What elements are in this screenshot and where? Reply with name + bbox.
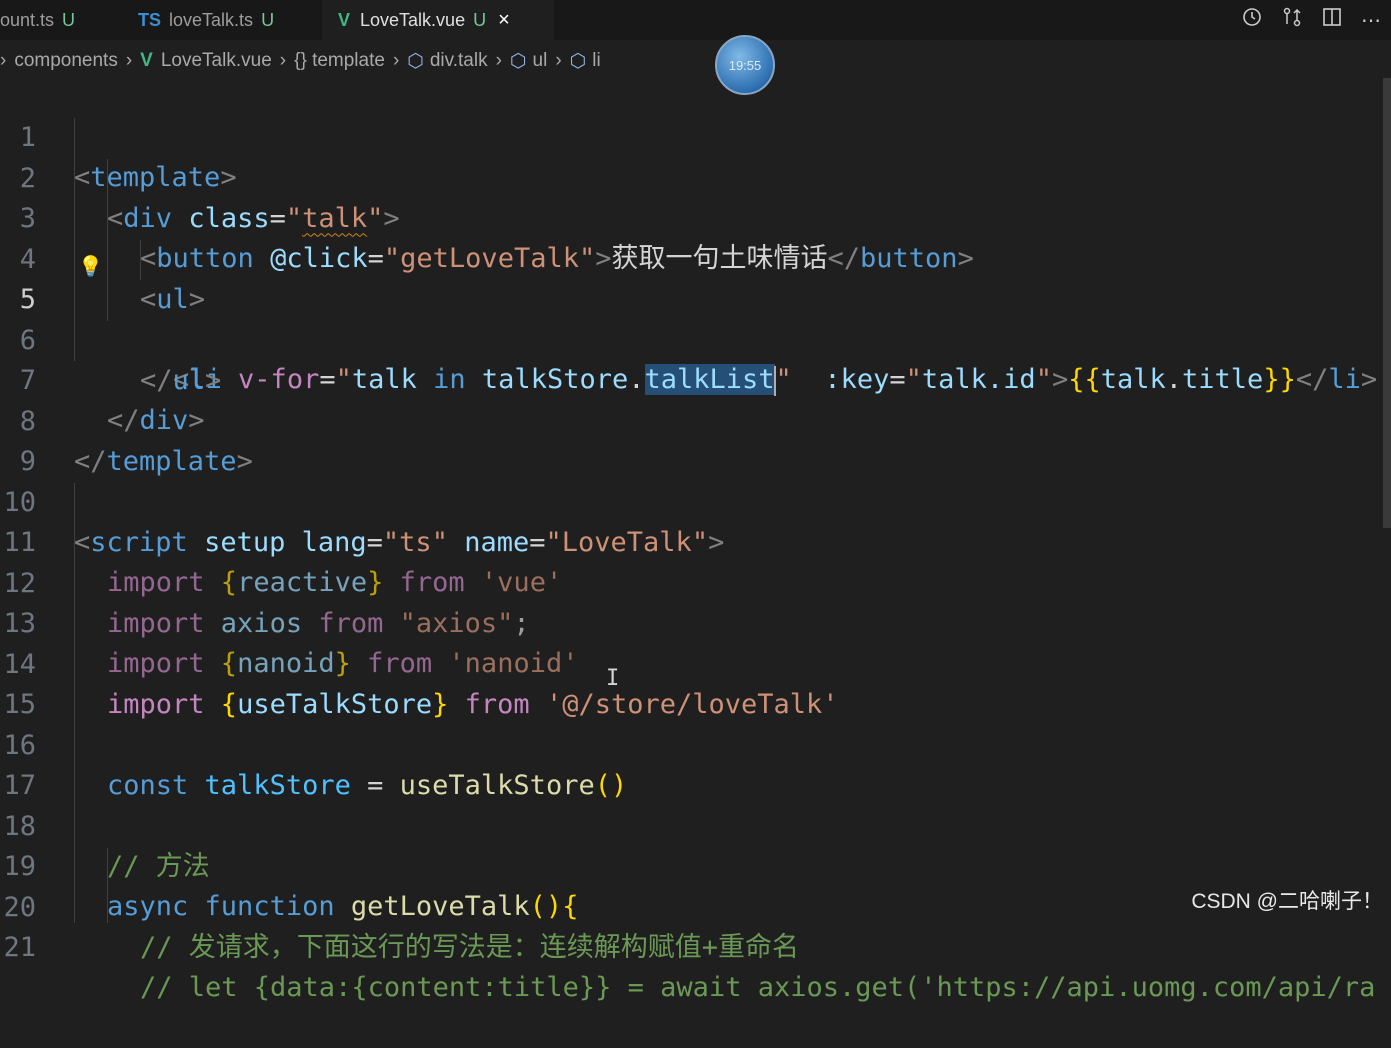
code-line: 5 💡 <li v-for="talk in talkStore.talkLis… — [0, 240, 1391, 280]
breadcrumb-item-li[interactable]: li — [592, 50, 600, 72]
code-line: 2 <div class="talk"> — [0, 119, 1391, 159]
more-actions-icon[interactable]: ⋯ — [1361, 8, 1381, 33]
chevron-right-icon: › — [126, 50, 132, 72]
editor-actions: ⋯ — [1241, 0, 1381, 40]
breadcrumb-item-ul[interactable]: ul — [533, 50, 548, 72]
cube-icon: ⬡ — [510, 50, 527, 73]
code-line: 9 — [0, 402, 1391, 442]
line-number: 21 — [0, 928, 36, 968]
breadcrumb-item-file[interactable]: LoveTalk.vue — [161, 50, 272, 72]
code-line: 12 import axios from "axios"; — [0, 524, 1391, 564]
breadcrumb-item-template[interactable]: {} template — [294, 50, 385, 72]
tab-count-ts[interactable]: ount.ts U — [0, 0, 120, 40]
tab-bar: ount.ts U TS loveTalk.ts U V LoveTalk.vu… — [0, 0, 1391, 40]
text-cursor-icon: I — [606, 666, 619, 691]
split-editor-icon[interactable] — [1321, 6, 1343, 34]
tab-label: LoveTalk.vue — [360, 10, 465, 31]
code-line: 17 — [0, 726, 1391, 766]
tab-lovetalk-ts[interactable]: TS loveTalk.ts U — [138, 0, 318, 40]
code-line: 15 — [0, 645, 1391, 685]
watermark: CSDN @二哈喇子！ — [1191, 885, 1383, 915]
tab-lovetalk-vue[interactable]: V LoveTalk.vue U × — [322, 0, 554, 40]
code-line: 21 // let {data:{content:title}} = await… — [0, 888, 1391, 928]
compare-changes-icon[interactable] — [1281, 6, 1303, 34]
chevron-right-icon: › — [393, 50, 399, 72]
code-line: 8 </template> — [0, 362, 1391, 402]
tab-status: U — [473, 10, 486, 31]
chevron-right-icon: › — [280, 50, 286, 72]
code-line: 4 <ul> — [0, 200, 1391, 240]
code-line: 16 const talkStore = useTalkStore() — [0, 686, 1391, 726]
code-line: 20 // 发请求，下面这行的写法是：连续解构赋值+重命名 — [0, 848, 1391, 888]
code-line: 13 import {nanoid} from 'nanoid' — [0, 564, 1391, 604]
tab-status: U — [261, 10, 274, 31]
tab-label: ount.ts — [0, 10, 54, 31]
breadcrumb-item-components[interactable]: components — [14, 50, 118, 72]
line-content: // 发请求，下面这行的写法是：连续解构赋值+重命名 — [140, 928, 799, 968]
code-line: 11 import {reactive} from 'vue' — [0, 483, 1391, 523]
code-line: 10 <script setup lang="ts" name="LoveTal… — [0, 443, 1391, 483]
timeline-icon[interactable] — [1241, 6, 1263, 34]
breadcrumb-item-div[interactable]: div.talk — [430, 50, 488, 72]
code-line: 18 // 方法 — [0, 767, 1391, 807]
code-line: 1 <template> — [0, 78, 1391, 118]
code-line: 3 <button @click="getLoveTalk">获取一句土味情话<… — [0, 159, 1391, 199]
tab-status: U — [62, 10, 75, 31]
cube-icon: ⬡ — [570, 50, 587, 73]
code-line: 6 </ul> — [0, 281, 1391, 321]
code-line: 19 async function getLoveTalk(){ — [0, 807, 1391, 847]
typescript-icon: TS — [138, 10, 161, 31]
tab-label: loveTalk.ts — [169, 10, 253, 31]
cube-icon: ⬡ — [407, 50, 424, 73]
chevron-right-icon: › — [496, 50, 502, 72]
code-line: 14 import {useTalkStore} from '@/store/l… — [0, 605, 1391, 645]
code-line: 7 </div> — [0, 321, 1391, 361]
breadcrumb: › components › V LoveTalk.vue › {} templ… — [0, 44, 601, 78]
chevron-right-icon: › — [555, 50, 561, 72]
line-content: // let {data:{content:title}} = await ax… — [140, 968, 1375, 1008]
close-icon[interactable]: × — [498, 9, 510, 32]
chevron-right-icon: › — [0, 50, 6, 72]
vertical-scrollbar[interactable] — [1383, 78, 1391, 528]
code-editor[interactable]: 1 <template> 2 <div class="talk"> 3 <but… — [0, 78, 1391, 921]
vue-icon: V — [140, 50, 153, 72]
vue-icon: V — [338, 10, 350, 31]
